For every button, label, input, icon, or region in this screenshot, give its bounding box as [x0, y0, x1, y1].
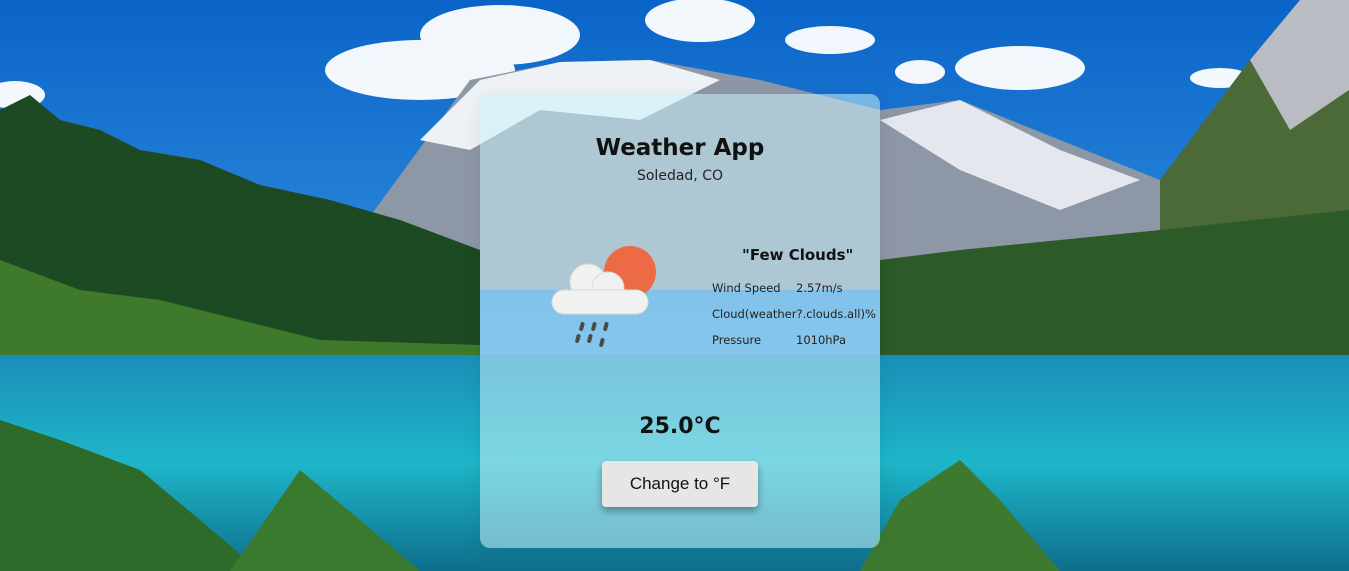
temperature: 25.0°C	[639, 414, 721, 439]
wind-speed-row: Wind Speed 2.57m/s	[712, 281, 843, 295]
cloud-value: (weather?.clouds.all)%	[744, 307, 876, 321]
wind-speed-label: Wind Speed	[712, 281, 781, 295]
weather-description: "Few Clouds"	[742, 246, 854, 264]
cloud-label: Cloud	[712, 307, 745, 321]
pressure-label: Pressure	[712, 333, 762, 347]
wind-speed-value: 2.57m/s	[796, 281, 843, 295]
cloud-row: Cloud(weather?.clouds.all)%	[712, 307, 876, 321]
weather-card: Weather App Soledad, CO "Few Clouds" Win…	[480, 94, 880, 548]
change-unit-button[interactable]: Change to °F	[602, 461, 758, 507]
app-title: Weather App	[595, 135, 765, 161]
location-label: Soledad, CO	[636, 168, 723, 184]
pressure-row: Pressure 1010hPa	[712, 333, 846, 347]
cloud-sun-rain-icon	[551, 246, 656, 347]
pressure-value: 1010hPa	[796, 333, 847, 347]
